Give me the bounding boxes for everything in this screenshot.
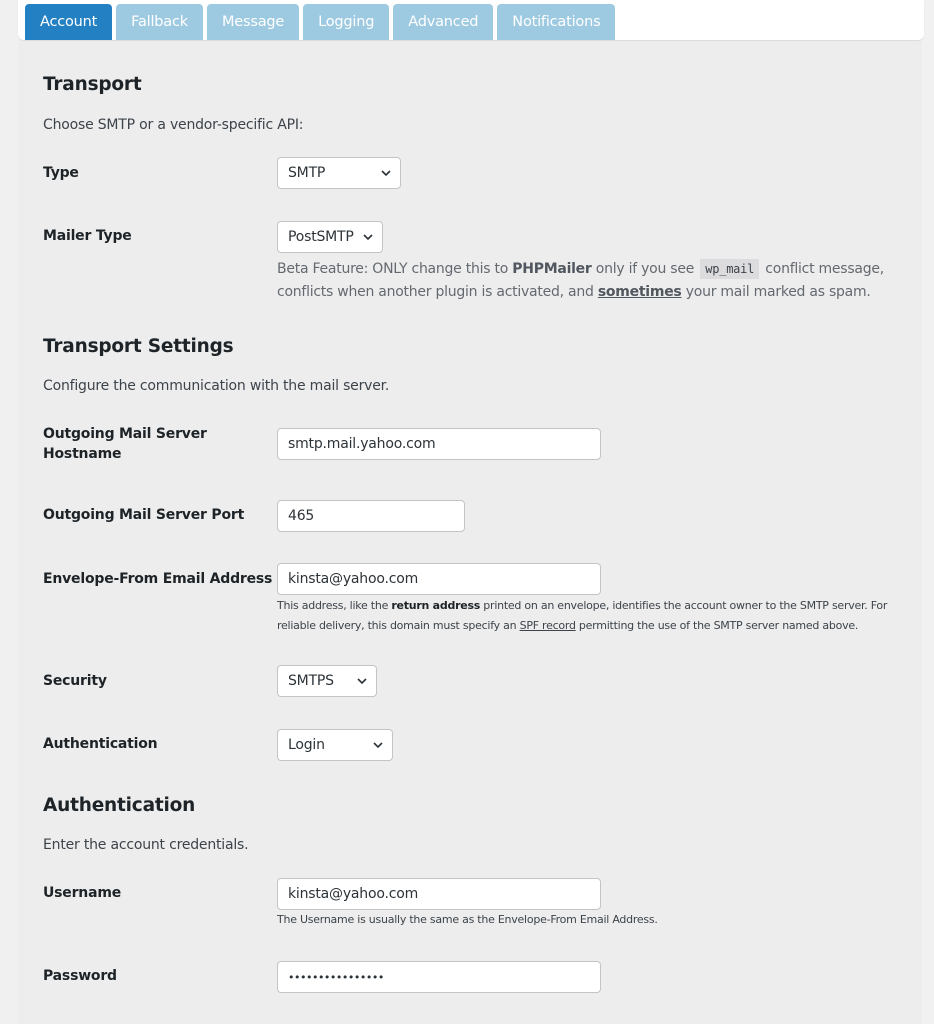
type-select[interactable]: SMTP bbox=[277, 157, 401, 189]
tab-account[interactable]: Account bbox=[25, 4, 113, 40]
tab-advanced[interactable]: Advanced bbox=[393, 4, 494, 40]
tab-notifications[interactable]: Notifications bbox=[497, 4, 616, 40]
authentication-intro: Enter the account credentials. bbox=[43, 837, 249, 853]
desc-text: Beta Feature: ONLY change this to bbox=[277, 261, 513, 277]
envelope-from-value: kinsta@yahoo.com bbox=[288, 571, 419, 587]
desc-text: only if you see bbox=[591, 261, 699, 277]
envelope-from-label: Envelope-From Email Address bbox=[43, 571, 273, 587]
hostname-label-line2: Hostname bbox=[43, 446, 122, 462]
desc-text: your mail marked as spam. bbox=[681, 284, 871, 300]
password-label: Password bbox=[43, 968, 117, 984]
transport-settings-intro: Configure the communication with the mai… bbox=[43, 378, 390, 394]
transport-intro: Choose SMTP or a vendor-specific API: bbox=[43, 117, 304, 133]
hostname-value: smtp.mail.yahoo.com bbox=[288, 436, 436, 452]
mailer-type-select-value: PostSMTP bbox=[288, 229, 354, 245]
desc-text: conflicts when another plugin is activat… bbox=[277, 284, 598, 300]
help-text: printed on an envelope, identifies the a… bbox=[480, 599, 888, 612]
type-select-value: SMTP bbox=[288, 165, 326, 181]
envelope-from-input[interactable]: kinsta@yahoo.com bbox=[277, 563, 601, 595]
port-label: Outgoing Mail Server Port bbox=[43, 507, 245, 523]
chevron-down-icon bbox=[357, 678, 367, 685]
envelope-from-help: This address, like the return address pr… bbox=[277, 596, 887, 636]
chevron-down-icon bbox=[363, 234, 373, 241]
hostname-label-line1: Outgoing Mail Server bbox=[43, 426, 207, 442]
desc-bold: PHPMailer bbox=[512, 261, 592, 277]
username-value: kinsta@yahoo.com bbox=[288, 886, 419, 902]
help-text: This address, like the bbox=[277, 599, 392, 612]
username-help: The Username is usually the same as the … bbox=[277, 913, 658, 926]
type-label: Type bbox=[43, 165, 79, 181]
hostname-label: Outgoing Mail Server Hostname bbox=[43, 424, 207, 464]
password-value: •••••••••••••••• bbox=[288, 970, 384, 984]
security-select[interactable]: SMTPS bbox=[277, 665, 377, 697]
right-edge-strip bbox=[922, 0, 934, 1024]
section-title-transport-settings: Transport Settings bbox=[43, 336, 234, 357]
authentication-label: Authentication bbox=[43, 736, 158, 752]
help-bold: return address bbox=[391, 599, 481, 612]
hostname-input[interactable]: smtp.mail.yahoo.com bbox=[277, 428, 601, 460]
section-title-authentication: Authentication bbox=[43, 795, 196, 816]
authentication-select[interactable]: Login bbox=[277, 729, 393, 761]
section-title-transport: Transport bbox=[43, 74, 142, 95]
username-input[interactable]: kinsta@yahoo.com bbox=[277, 878, 601, 910]
authentication-select-value: Login bbox=[288, 737, 325, 753]
help-text: permitting the use of the SMTP server na… bbox=[575, 619, 859, 632]
username-label: Username bbox=[43, 885, 121, 901]
port-value: 465 bbox=[288, 508, 315, 524]
spf-record-link[interactable]: SPF record bbox=[520, 619, 576, 632]
desc-text: conflict message, bbox=[761, 261, 884, 277]
tab-logging[interactable]: Logging bbox=[303, 4, 390, 40]
mailer-type-label: Mailer Type bbox=[43, 228, 132, 244]
security-label: Security bbox=[43, 673, 107, 689]
port-input[interactable]: 465 bbox=[277, 500, 465, 532]
help-text: reliable delivery, this domain must spec… bbox=[277, 619, 520, 632]
chevron-down-icon bbox=[373, 742, 383, 749]
tab-message[interactable]: Message bbox=[206, 4, 300, 40]
settings-tabs: Account Fallback Message Logging Advance… bbox=[25, 4, 616, 40]
mailer-type-description: Beta Feature: ONLY change this to PHPMai… bbox=[277, 258, 884, 304]
tab-fallback[interactable]: Fallback bbox=[116, 4, 203, 40]
desc-underline: sometimes bbox=[597, 284, 682, 300]
desc-code: wp_mail bbox=[700, 259, 760, 279]
mailer-type-select[interactable]: PostSMTP bbox=[277, 221, 383, 253]
password-input[interactable]: •••••••••••••••• bbox=[277, 961, 601, 993]
security-select-value: SMTPS bbox=[288, 673, 334, 689]
chevron-down-icon bbox=[381, 170, 391, 177]
